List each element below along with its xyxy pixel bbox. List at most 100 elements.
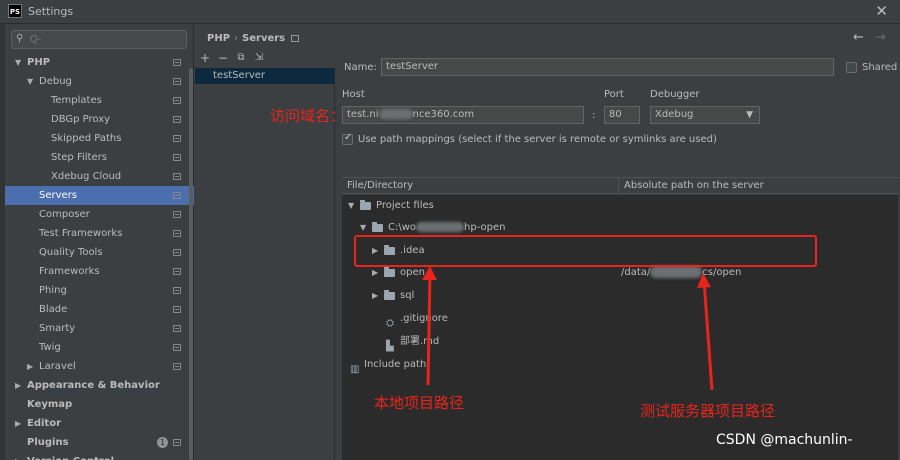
sidebar-item-label: Step Filters <box>51 152 107 163</box>
sidebar-item-debug[interactable]: ▼ Debug <box>5 72 194 91</box>
sidebar-item-xdebug-cloud[interactable]: Xdebug Cloud <box>5 167 194 186</box>
name-field[interactable]: testServer <box>381 58 834 76</box>
window-title: Settings <box>28 5 74 18</box>
copy-server-icon[interactable]: ⧉ <box>233 50 249 66</box>
sidebar-item-editor[interactable]: ▶ Editor <box>5 414 194 433</box>
tree-row-sql[interactable]: ▶ sql <box>342 285 898 307</box>
gitignore-label: .gitignore <box>400 313 448 324</box>
column-divider[interactable] <box>618 178 619 193</box>
settings-search[interactable]: ⚲ <box>11 30 187 49</box>
tree-row-include-path[interactable]: ▥ Include path <box>342 354 898 376</box>
folder-icon <box>360 200 371 210</box>
import-server-icon[interactable]: ⇲ <box>251 50 267 66</box>
chevron-down-icon[interactable]: ▼ <box>348 195 354 217</box>
sidebar-item-skipped-paths[interactable]: Skipped Paths <box>5 129 194 148</box>
sidebar-item-label: Xdebug Cloud <box>51 171 122 182</box>
tree-row-md[interactable]: ▙ 部署.md <box>342 331 898 353</box>
annotation-local-path: 本地项目路径 <box>374 394 465 412</box>
sidebar-scrollbar[interactable] <box>189 68 193 460</box>
chevron-right-icon[interactable]: ▶ <box>15 376 21 395</box>
sidebar-item-label: Test Frameworks <box>39 228 123 239</box>
add-server-button[interactable]: + <box>197 50 213 66</box>
use-path-mappings-checkbox[interactable] <box>342 132 353 145</box>
sidebar-item-laravel[interactable]: ▶ Laravel <box>5 357 194 376</box>
search-icon: ⚲ <box>16 33 24 44</box>
sidebar-item-test-frameworks[interactable]: Test Frameworks <box>5 224 194 243</box>
library-icon: ▥ <box>350 364 360 375</box>
redacted-blur <box>378 109 413 119</box>
chevron-down-icon[interactable]: ▼ <box>15 53 21 72</box>
sidebar-item-label: Quality Tools <box>39 247 103 258</box>
sidebar-item-label: PHP <box>27 57 51 68</box>
project-level-icon <box>173 78 181 85</box>
host-value-suffix: nce360.com <box>412 109 475 120</box>
server-item-testserver[interactable]: testServer <box>195 68 335 84</box>
sql-label: sql <box>400 290 415 301</box>
search-input[interactable] <box>30 32 180 47</box>
sidebar-item-servers[interactable]: Servers <box>5 186 194 205</box>
port-label: Port <box>604 89 624 100</box>
watermark: CSDN @machunlin- <box>716 432 853 448</box>
sidebar-item-label: Editor <box>27 418 61 429</box>
host-field[interactable]: test.ni nce360.com <box>342 106 584 124</box>
project-level-icon <box>291 34 300 42</box>
host-value-prefix: test.ni <box>347 109 379 120</box>
sidebar-item-dbgp-proxy[interactable]: DBGp Proxy <box>5 110 194 129</box>
shared-checkbox[interactable] <box>846 62 857 73</box>
sidebar-item-label: Smarty <box>39 323 76 334</box>
breadcrumb-php[interactable]: PHP <box>207 33 230 44</box>
annotation-server-path: 测试服务器项目路径 <box>640 402 776 420</box>
annotation-domain: 访问域名： <box>270 107 346 125</box>
sidebar-item-quality-tools[interactable]: Quality Tools <box>5 243 194 262</box>
project-level-icon <box>173 230 181 237</box>
chevron-down-icon[interactable]: ▼ <box>27 72 33 91</box>
sidebar-item-label: Twig <box>39 342 61 353</box>
sidebar-item-label: Servers <box>39 190 78 201</box>
debugger-select[interactable]: Xdebug ▼ <box>650 106 760 124</box>
sidebar-item-frameworks[interactable]: Frameworks <box>5 262 194 281</box>
sidebar-item-smarty[interactable]: Smarty <box>5 319 194 338</box>
chevron-down-icon: ▼ <box>746 110 753 120</box>
server-list: testServer <box>195 68 335 460</box>
mapping-table-header: File/Directory Absolute path on the serv… <box>342 177 898 194</box>
sidebar-item-composer[interactable]: Composer <box>5 205 194 224</box>
column-file-directory[interactable]: File/Directory <box>347 178 413 193</box>
chevron-right-icon[interactable]: ▶ <box>27 357 33 376</box>
sidebar-item-appearance-behavior[interactable]: ▶ Appearance & Behavior <box>5 376 194 395</box>
debugger-label: Debugger <box>650 89 700 100</box>
host-label: Host <box>342 89 365 100</box>
project-level-icon <box>173 135 181 142</box>
project-level-icon <box>173 154 181 161</box>
project-level-icon <box>173 192 181 199</box>
project-files-label: Project files <box>376 200 434 211</box>
sidebar-item-blade[interactable]: Blade <box>5 300 194 319</box>
chevron-right-icon[interactable]: ▶ <box>15 414 21 433</box>
phpstorm-app-icon: PS <box>8 4 22 18</box>
column-absolute-path[interactable]: Absolute path on the server <box>624 178 764 193</box>
chevron-right-icon[interactable]: ▶ <box>15 452 21 460</box>
sidebar-item-templates[interactable]: Templates <box>5 91 194 110</box>
project-level-icon <box>173 306 181 313</box>
port-field[interactable]: 80 <box>604 106 640 124</box>
forward-arrow-icon[interactable]: → <box>875 30 886 45</box>
close-icon[interactable]: ✕ <box>875 2 888 20</box>
project-level-icon <box>173 344 181 351</box>
chevron-right-icon[interactable]: ▶ <box>372 285 378 307</box>
sidebar-item-step-filters[interactable]: Step Filters <box>5 148 194 167</box>
tree-row-project-files[interactable]: ▼ Project files <box>342 195 898 217</box>
sidebar-item-plugins[interactable]: Plugins 1 <box>5 433 194 452</box>
remove-server-button[interactable]: − <box>215 50 231 66</box>
back-arrow-icon[interactable]: ← <box>853 30 864 45</box>
tree-row-gitignore[interactable]: ⛭ .gitignore <box>342 308 898 330</box>
sidebar-item-phing[interactable]: Phing <box>5 281 194 300</box>
sidebar-item-version-control[interactable]: ▶ Version Control <box>5 452 194 460</box>
breadcrumb-separator: › <box>234 33 239 44</box>
debugger-value: Xdebug <box>655 109 694 120</box>
project-level-icon <box>173 325 181 332</box>
sidebar-item-twig[interactable]: Twig <box>5 338 194 357</box>
project-level-icon <box>173 363 181 370</box>
sidebar-item-keymap[interactable]: Keymap <box>5 395 194 414</box>
sidebar-item-php[interactable]: ▼ PHP <box>5 53 194 72</box>
project-level-icon <box>173 439 181 446</box>
project-level-icon <box>173 287 181 294</box>
